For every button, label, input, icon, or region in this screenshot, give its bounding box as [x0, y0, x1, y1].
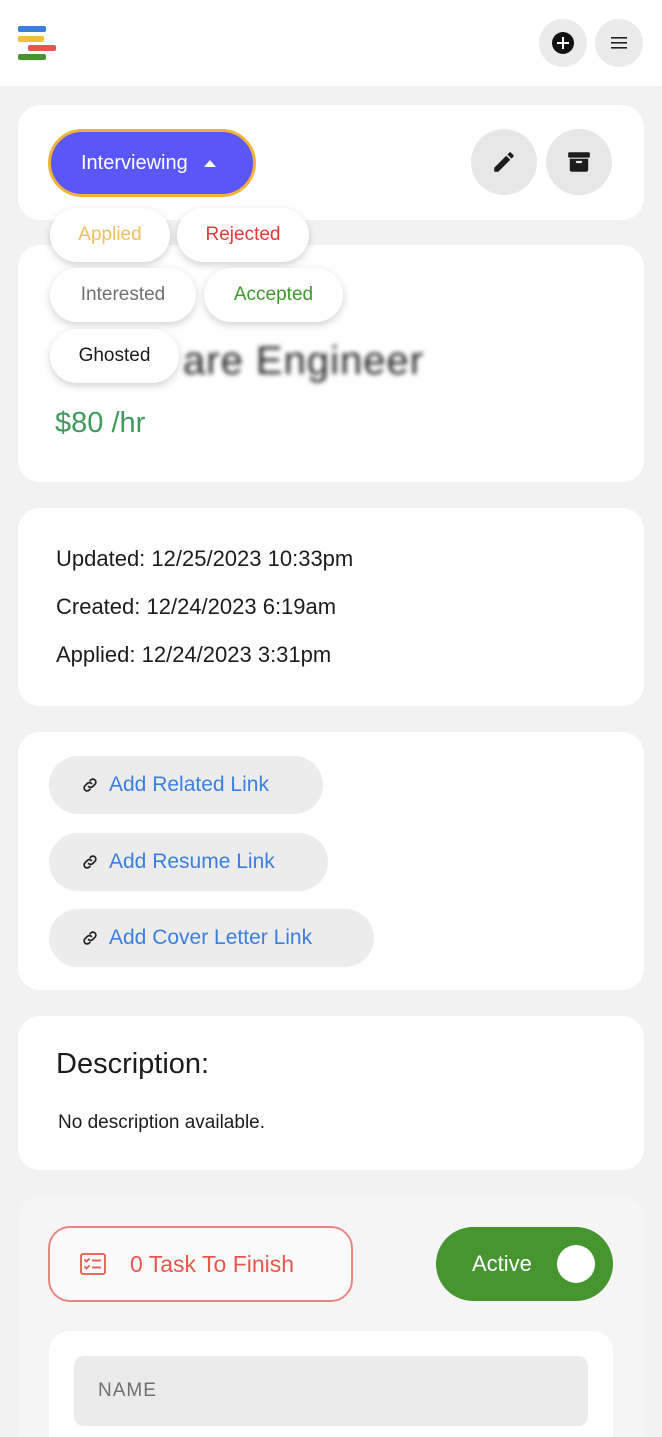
task-name-input[interactable] — [74, 1356, 588, 1426]
status-option-rejected[interactable]: Rejected — [177, 208, 309, 262]
job-title: are Engineer — [183, 339, 425, 383]
status-option-label: Interested — [80, 284, 166, 305]
caret-up-icon — [203, 159, 216, 167]
menu-button[interactable] — [595, 19, 643, 67]
add-cover-letter-link-button[interactable]: Add Cover Letter Link — [49, 909, 374, 967]
link-icon — [83, 855, 97, 869]
add-button[interactable] — [539, 19, 587, 67]
task-list-icon — [80, 1253, 106, 1275]
job-rate: $80 /hr — [55, 407, 146, 439]
link-icon — [83, 931, 97, 945]
status-option-label: Applied — [78, 224, 142, 245]
add-resume-link-button[interactable]: Add Resume Link — [49, 833, 328, 891]
status-option-accepted[interactable]: Accepted — [204, 268, 343, 322]
status-option-label: Rejected — [205, 224, 281, 245]
tasks-label: 0 Task To Finish — [130, 1250, 295, 1277]
top-bar — [0, 0, 662, 86]
description-title: Description: — [56, 1048, 210, 1080]
hamburger-menu-icon — [611, 37, 627, 49]
pencil-icon — [494, 152, 514, 172]
toggle-knob — [557, 1245, 595, 1283]
active-toggle[interactable]: Active — [436, 1227, 613, 1301]
app-logo-icon[interactable] — [18, 26, 58, 62]
active-toggle-label: Active — [472, 1251, 532, 1276]
archive-icon — [568, 152, 590, 172]
status-dropdown-button[interactable]: Interviewing — [48, 129, 256, 197]
status-option-interested[interactable]: Interested — [50, 268, 196, 322]
edit-button[interactable] — [471, 129, 537, 195]
status-card: Interviewing — [18, 105, 644, 220]
archive-button[interactable] — [546, 129, 612, 195]
status-option-applied[interactable]: Applied — [50, 208, 170, 262]
add-resume-link-label: Add Resume Link — [109, 850, 275, 873]
description-card: Description: No description available. — [18, 1016, 644, 1170]
dates-card: Updated: 12/25/2023 10:33pm Created: 12/… — [18, 508, 644, 706]
add-related-link-label: Add Related Link — [109, 773, 269, 796]
updated-date: Updated: 12/25/2023 10:33pm — [56, 546, 354, 571]
created-date: Created: 12/24/2023 6:19am — [56, 594, 337, 619]
links-card: Add Related Link Add Resume Link Add Cov… — [18, 732, 644, 990]
tasks-button[interactable]: 0 Task To Finish — [48, 1226, 353, 1302]
plus-circle-icon — [552, 32, 574, 54]
tasks-panel: 0 Task To Finish Active — [18, 1196, 644, 1437]
applied-date: Applied: 12/24/2023 3:31pm — [56, 642, 332, 667]
link-icon — [83, 778, 97, 792]
status-option-label: Ghosted — [78, 345, 151, 366]
task-form-card — [49, 1331, 613, 1437]
status-option-ghosted[interactable]: Ghosted — [50, 329, 179, 383]
status-current-label: Interviewing — [81, 151, 188, 174]
add-related-link-button[interactable]: Add Related Link — [49, 756, 323, 814]
description-text: No description available. — [58, 1112, 266, 1133]
status-option-label: Accepted — [233, 284, 314, 305]
add-cover-letter-link-label: Add Cover Letter Link — [109, 926, 313, 949]
